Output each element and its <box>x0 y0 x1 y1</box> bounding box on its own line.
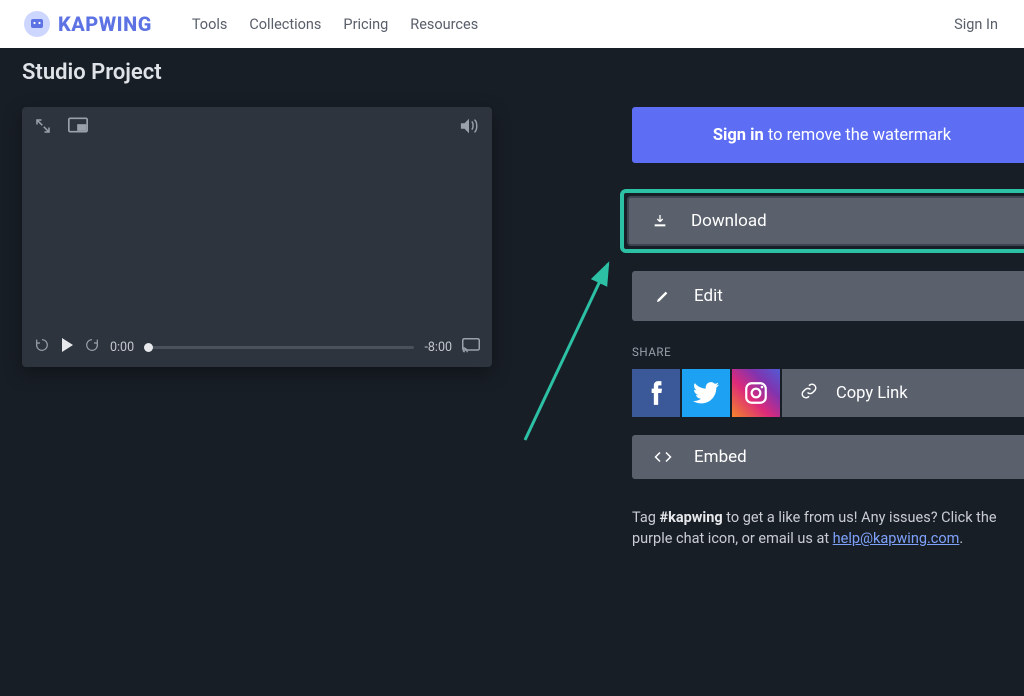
embed-button[interactable]: Embed <box>632 435 1024 479</box>
link-icon <box>800 382 818 405</box>
forward-15-icon[interactable] <box>84 337 100 357</box>
nav-item-collections[interactable]: Collections <box>249 16 321 33</box>
cast-icon[interactable] <box>462 338 480 357</box>
code-icon <box>654 450 672 464</box>
right-column: Sign in to remove the watermark Download… <box>632 107 1024 549</box>
nav-links: Tools Collections Pricing Resources <box>192 16 478 33</box>
remaining-time: -8:00 <box>424 340 452 355</box>
left-column: 0:00 -8:00 <box>22 107 502 367</box>
embed-label: Embed <box>694 447 747 467</box>
twitter-icon[interactable] <box>682 369 730 417</box>
copy-link-label: Copy Link <box>836 384 908 403</box>
tag-note: Tag #kapwing to get a like from us! Any … <box>632 507 1024 549</box>
volume-icon[interactable] <box>458 117 480 139</box>
edit-button[interactable]: Edit <box>632 271 1024 321</box>
signin-watermark-banner[interactable]: Sign in to remove the watermark <box>632 107 1024 163</box>
nav-item-pricing[interactable]: Pricing <box>343 16 388 33</box>
nav-right: Sign In <box>954 0 998 48</box>
progress-bar[interactable] <box>144 346 414 349</box>
pip-icon[interactable] <box>68 117 88 139</box>
sign-in-link[interactable]: Sign In <box>954 16 998 33</box>
player-top-controls <box>34 117 480 139</box>
logo[interactable]: KAPWING <box>24 11 152 37</box>
logo-mark-icon <box>24 11 50 37</box>
download-highlight: Download <box>620 189 1024 253</box>
expand-icon[interactable] <box>34 117 52 139</box>
banner-rest: to remove the watermark <box>764 126 951 145</box>
pencil-icon <box>654 288 672 304</box>
play-icon[interactable] <box>60 337 74 357</box>
page-title: Studio Project <box>22 60 1024 85</box>
help-email-link[interactable]: help@kapwing.com <box>833 530 960 547</box>
banner-bold: Sign in <box>713 126 764 145</box>
instagram-icon[interactable] <box>732 369 780 417</box>
player-bottom-controls: 0:00 -8:00 <box>34 337 480 357</box>
download-label: Download <box>691 211 767 231</box>
download-icon <box>651 213 669 229</box>
edit-label: Edit <box>694 286 723 306</box>
rewind-15-icon[interactable] <box>34 337 50 357</box>
current-time: 0:00 <box>110 340 134 355</box>
share-row: Copy Link <box>632 369 1024 417</box>
video-player[interactable]: 0:00 -8:00 <box>22 107 492 367</box>
nav-item-resources[interactable]: Resources <box>410 16 478 33</box>
top-nav: KAPWING Tools Collections Pricing Resour… <box>0 0 1024 48</box>
share-label: SHARE <box>632 345 1024 359</box>
facebook-icon[interactable] <box>632 369 680 417</box>
copy-link-button[interactable]: Copy Link <box>782 369 1024 417</box>
nav-item-tools[interactable]: Tools <box>192 16 228 33</box>
download-button[interactable]: Download <box>627 196 1024 246</box>
logo-text: KAPWING <box>58 12 152 36</box>
